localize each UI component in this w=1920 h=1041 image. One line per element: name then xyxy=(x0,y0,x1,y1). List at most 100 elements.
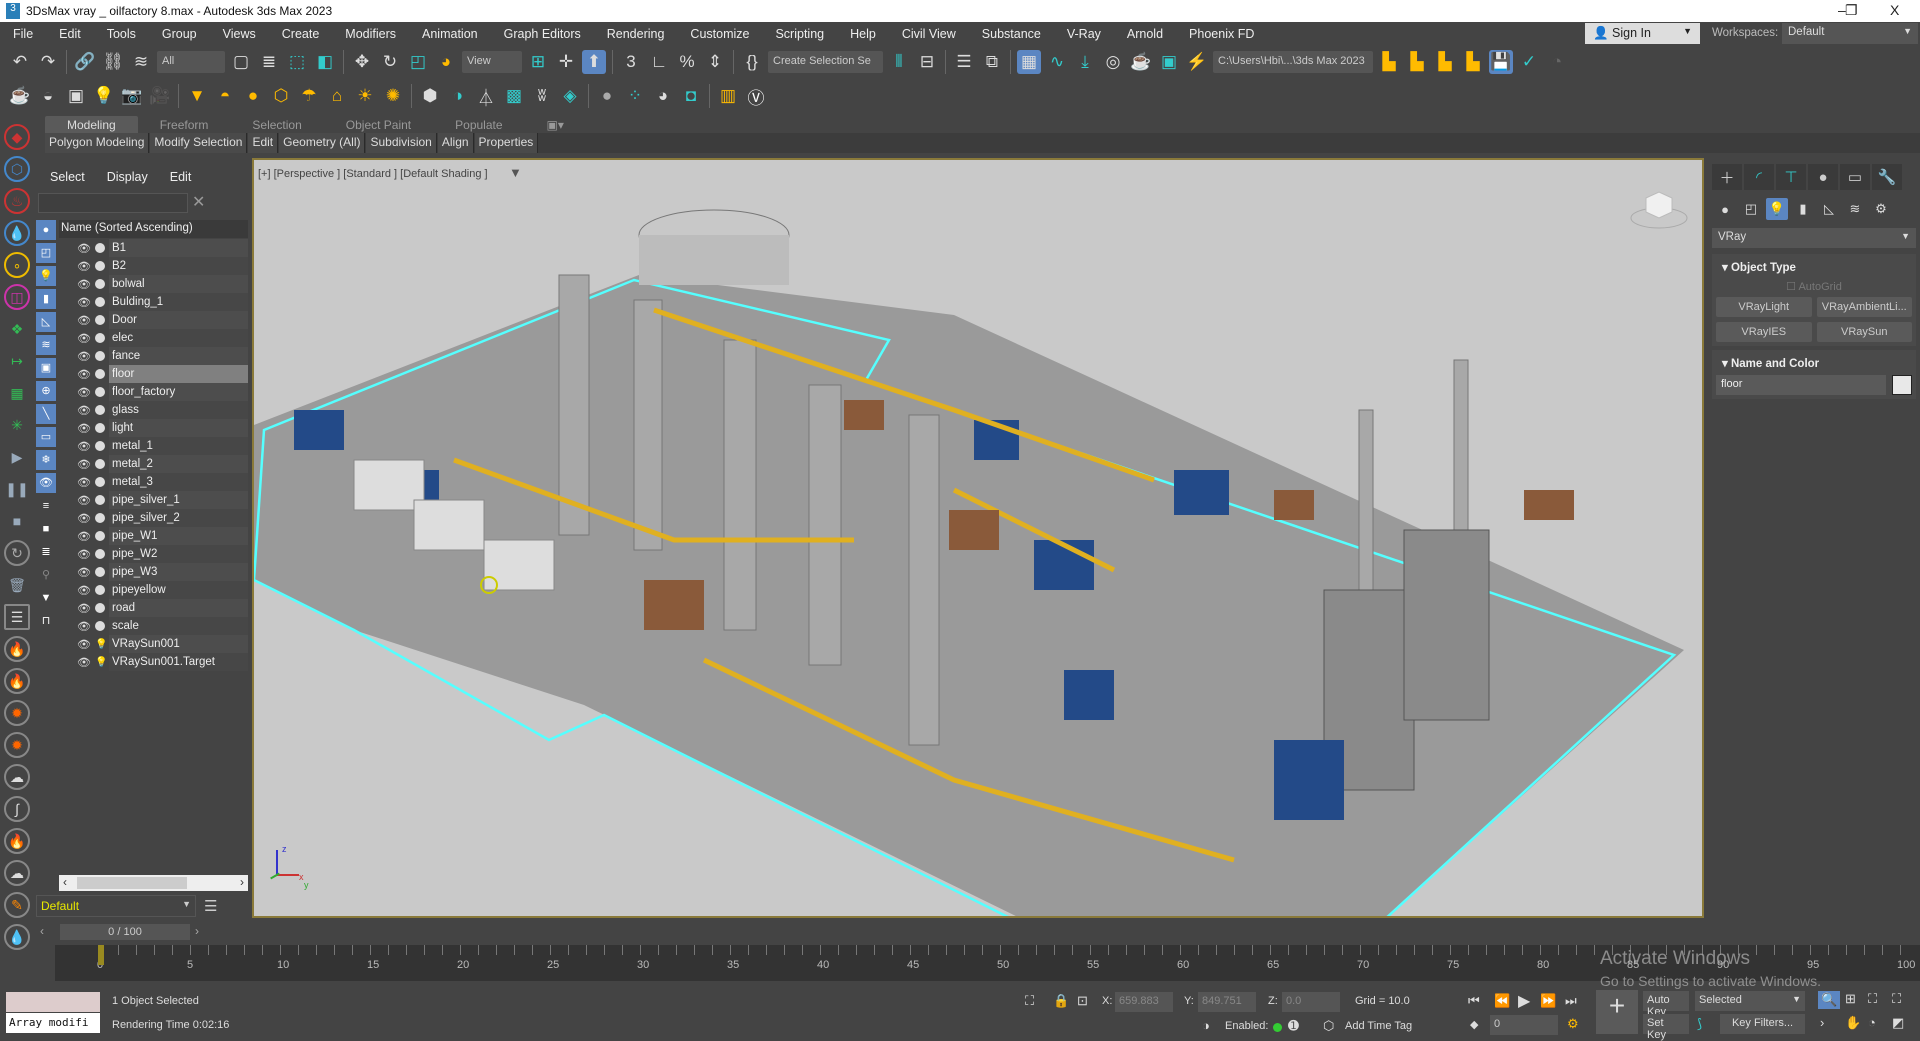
menu-substance[interactable]: Substance xyxy=(969,27,1054,41)
delete-icon[interactable]: 🗑 xyxy=(4,572,30,598)
filter-lights-icon[interactable]: 💡 xyxy=(36,266,56,286)
project-folder-icon[interactable]: ▙ xyxy=(1405,50,1429,74)
current-frame-spinner[interactable]: 0 xyxy=(1490,1015,1558,1035)
explorer-menu-edit[interactable]: Edit xyxy=(170,170,192,184)
vray-camera-icon[interactable]: 🎥 xyxy=(148,84,172,108)
autodesk-icon[interactable]: ◔ xyxy=(1545,50,1569,74)
freeze-icon[interactable] xyxy=(95,549,105,559)
pause-icon[interactable]: ❚❚ xyxy=(4,476,30,502)
maxscript-input[interactable]: Array modifi xyxy=(6,1013,100,1033)
menu-phoenix-fd[interactable]: Phoenix FD xyxy=(1176,27,1267,41)
key-mode-dropdown[interactable]: Selected ▼ xyxy=(1695,991,1805,1011)
explorer-item[interactable]: 👁 metal_1 xyxy=(59,437,248,455)
mirror-icon[interactable]: ⫴ xyxy=(887,50,911,74)
arrow-icon[interactable]: ↦ xyxy=(4,348,30,374)
vray-sky-icon[interactable]: ✺ xyxy=(381,84,405,108)
freeze-icon[interactable] xyxy=(95,585,105,595)
tab-object-paint[interactable]: Object Paint xyxy=(324,116,433,134)
visibility-eye-icon[interactable]: 👁 xyxy=(77,620,93,633)
x-coordinate[interactable]: 659.883 xyxy=(1115,992,1173,1012)
graph-icon[interactable]: ❖ xyxy=(4,316,30,342)
create-icon[interactable]: ◆ xyxy=(4,124,30,150)
freeze-icon[interactable] xyxy=(95,459,105,469)
vray-logo-icon[interactable]: Ⓥ xyxy=(744,84,768,108)
freeze-icon[interactable] xyxy=(95,513,105,523)
menu-civil-view[interactable]: Civil View xyxy=(889,27,969,41)
fire-icon[interactable]: ♨ xyxy=(4,188,30,214)
vray-plane-icon[interactable]: ⏃ xyxy=(474,84,498,108)
light-icon[interactable]: 💡 xyxy=(95,657,107,668)
smoke-icon[interactable]: ☁ xyxy=(4,764,30,790)
cameras-icon[interactable]: ▮ xyxy=(1792,198,1814,220)
fuel-explosion-icon[interactable]: ✹ xyxy=(4,732,30,758)
render-icon[interactable]: ⚡ xyxy=(1185,50,1209,74)
menu-modifiers[interactable]: Modifiers xyxy=(332,27,409,41)
visibility-eye-icon[interactable]: 👁 xyxy=(77,494,93,507)
shapes-icon[interactable]: ◰ xyxy=(1740,198,1762,220)
lock-icon[interactable]: 🔒 xyxy=(1053,993,1069,1009)
explorer-item[interactable]: 👁 fance xyxy=(59,347,248,365)
tab-populate[interactable]: Populate xyxy=(433,116,524,134)
candle-icon[interactable]: 🔥 xyxy=(4,828,30,854)
light-icon[interactable]: 💡 xyxy=(95,639,107,650)
explorer-item[interactable]: 👁 Door xyxy=(59,311,248,329)
explorer-item[interactable]: 👁 metal_2 xyxy=(59,455,248,473)
particles-icon[interactable]: ∘ xyxy=(4,252,30,278)
explorer-item[interactable]: 👁 metal_3 xyxy=(59,473,248,491)
explorer-item[interactable]: 👁 💡 VRaySun001.Target xyxy=(59,653,248,671)
visibility-eye-icon[interactable]: 👁 xyxy=(77,350,93,363)
render-setup-icon[interactable]: ☕ xyxy=(1129,50,1153,74)
panel-properties[interactable]: Properties xyxy=(474,133,539,153)
snaps-toggle-icon[interactable]: 3 xyxy=(619,50,643,74)
visibility-eye-icon[interactable]: 👁 xyxy=(77,602,93,615)
zoom-all-icon[interactable]: ⊞ xyxy=(1845,991,1856,1007)
modify-tab-icon[interactable]: ◜ xyxy=(1744,164,1774,190)
fuel-fire-icon[interactable]: 🔥 xyxy=(4,668,30,694)
scale-icon[interactable]: ◰ xyxy=(406,50,430,74)
helpers-icon[interactable]: ◺ xyxy=(1818,198,1840,220)
visibility-eye-icon[interactable]: 👁 xyxy=(77,242,93,255)
project-settings-icon[interactable]: ▙ xyxy=(1377,50,1401,74)
camera-lister-icon[interactable]: 📷 xyxy=(120,84,144,108)
freeze-icon[interactable] xyxy=(95,405,105,415)
explorer-item[interactable]: 👁 pipe_W2 xyxy=(59,545,248,563)
time-slider-thumb[interactable]: 0 / 100 xyxy=(60,924,190,940)
panel-subdivision[interactable]: Subdivision xyxy=(366,133,437,153)
vray-volume-icon[interactable]: ◈ xyxy=(558,84,582,108)
spacewarps-icon[interactable]: ≋ xyxy=(1844,198,1866,220)
filter-settings-icon[interactable]: ⚲ xyxy=(36,565,56,585)
explorer-item[interactable]: 👁 pipeyellow xyxy=(59,581,248,599)
next-frame-icon[interactable]: ⏩ xyxy=(1540,993,1556,1009)
freeze-icon[interactable] xyxy=(95,279,105,289)
freeze-icon[interactable] xyxy=(95,423,105,433)
unlink-icon[interactable]: ⛓ xyxy=(101,50,125,74)
pan-icon[interactable]: ✋ xyxy=(1845,1015,1861,1031)
explorer-item[interactable]: 👁 Bulding_1 xyxy=(59,293,248,311)
reset-sim-icon[interactable]: ↻ xyxy=(4,540,30,566)
visibility-eye-icon[interactable]: 👁 xyxy=(77,584,93,597)
vray-proxy-icon[interactable]: ⬢ xyxy=(418,84,442,108)
time-slider[interactable]: ‹ 0 / 100 › xyxy=(40,924,1705,942)
visibility-eye-icon[interactable]: 👁 xyxy=(77,422,93,435)
angle-snap-icon[interactable]: ∟ xyxy=(647,50,671,74)
time-config-icon[interactable]: ⚙ xyxy=(1567,1016,1579,1032)
place-icon[interactable]: ◕ xyxy=(434,50,458,74)
freeze-icon[interactable] xyxy=(95,243,105,253)
panel-polygon-modeling[interactable]: Polygon Modeling xyxy=(45,133,150,153)
container-icon[interactable]: ⊓ xyxy=(36,611,56,631)
vraylight-button[interactable]: VRayLight xyxy=(1716,297,1812,317)
freeze-icon[interactable] xyxy=(95,369,105,379)
project-tree-icon[interactable]: ▙ xyxy=(1433,50,1457,74)
freeze-icon[interactable] xyxy=(95,315,105,325)
rect-selection-icon[interactable]: ⬚ xyxy=(285,50,309,74)
explorer-search-input[interactable] xyxy=(38,193,188,213)
visibility-eye-icon[interactable]: 👁 xyxy=(77,476,93,489)
sign-in-button[interactable]: 👤 Sign In ▼ xyxy=(1585,23,1700,44)
curve-editor-icon[interactable]: ∿ xyxy=(1045,50,1069,74)
play-icon[interactable]: ▶ xyxy=(4,444,30,470)
visibility-eye-icon[interactable]: 👁 xyxy=(77,332,93,345)
key-mode-icon[interactable]: ◆ xyxy=(1470,1018,1478,1031)
rendered-frame-icon[interactable]: ▣ xyxy=(1157,50,1181,74)
filter-spacewarps-icon[interactable]: ≋ xyxy=(36,335,56,355)
go-to-start-icon[interactable]: ⏮ xyxy=(1468,993,1480,1009)
